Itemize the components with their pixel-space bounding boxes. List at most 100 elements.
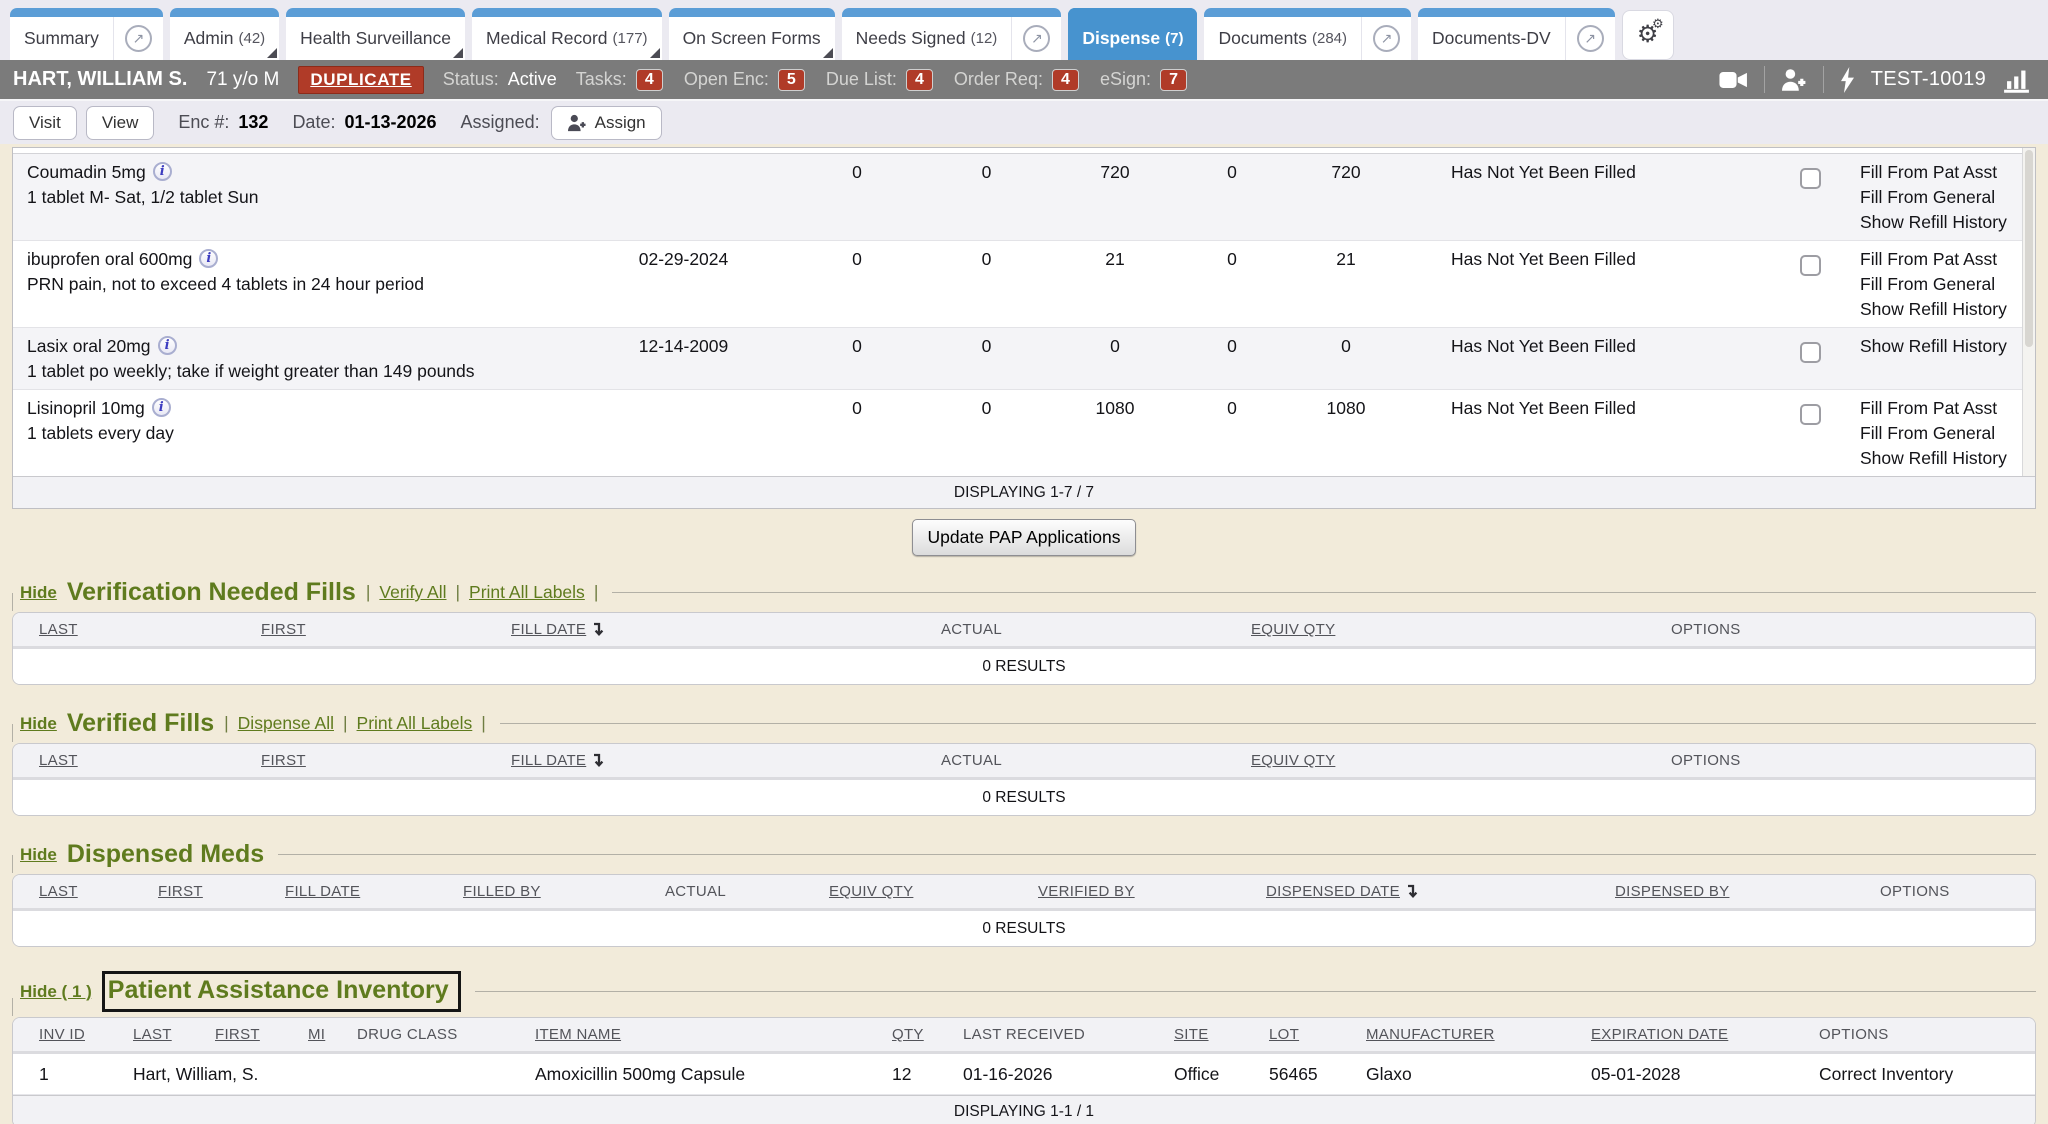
column-header-mi[interactable]: MI bbox=[300, 1026, 349, 1043]
video-camera-icon[interactable] bbox=[1718, 69, 1749, 91]
info-icon[interactable]: i bbox=[152, 398, 171, 417]
show-refill-history-link[interactable]: Show Refill History bbox=[1860, 297, 2035, 322]
open-in-new-icon[interactable]: ↗ bbox=[1361, 17, 1411, 60]
column-header-last[interactable]: LAST bbox=[125, 1026, 207, 1043]
section-patient-assistance-inventory: Hide ( 1 ) Patient Assistance Inventory … bbox=[12, 971, 2036, 1124]
tab-medical-record[interactable]: Medical Record(177) bbox=[472, 8, 662, 60]
column-header-last[interactable]: LAST bbox=[13, 621, 253, 638]
site-cell: Office bbox=[1166, 1064, 1261, 1085]
counter-badge[interactable]: 4 bbox=[1052, 69, 1079, 91]
chart-icon[interactable] bbox=[2001, 67, 2032, 93]
update-pap-applications-button[interactable]: Update PAP Applications bbox=[912, 519, 1137, 556]
column-header-label: FILL DATE bbox=[511, 752, 586, 769]
counter-badge[interactable]: 4 bbox=[906, 69, 933, 91]
column-header-dispensed-by[interactable]: DISPENSED BY bbox=[1607, 883, 1872, 900]
dispense-all-link[interactable]: Dispense All bbox=[238, 713, 334, 734]
tab-on-screen-forms[interactable]: On Screen Forms bbox=[669, 8, 835, 60]
visit-button[interactable]: Visit bbox=[13, 106, 77, 140]
fill-from-pat-asst-link[interactable]: Fill From Pat Asst bbox=[1860, 396, 2035, 421]
column-header-dispensed-date[interactable]: DISPENSED DATE bbox=[1258, 883, 1607, 901]
tab-summary[interactable]: Summary↗ bbox=[10, 8, 163, 60]
row-checkbox[interactable] bbox=[1800, 255, 1821, 276]
separator: | bbox=[224, 713, 229, 734]
tab-health-surveillance[interactable]: Health Surveillance bbox=[286, 8, 465, 60]
hide-verification-link[interactable]: Hide bbox=[20, 583, 57, 603]
lightning-icon[interactable] bbox=[1839, 67, 1856, 93]
print-all-labels-link[interactable]: Print All Labels bbox=[469, 582, 585, 603]
assign-button[interactable]: Assign bbox=[551, 106, 662, 140]
fill-from-pat-asst-link[interactable]: Fill From Pat Asst bbox=[1860, 247, 2035, 272]
column-header-item-name[interactable]: ITEM NAME bbox=[527, 1026, 884, 1043]
hide-verified-link[interactable]: Hide bbox=[20, 714, 57, 734]
show-refill-history-link[interactable]: Show Refill History bbox=[1860, 334, 2035, 359]
column-header-inv-id[interactable]: INV ID bbox=[13, 1026, 125, 1043]
open-in-new-icon[interactable]: ↗ bbox=[1011, 17, 1061, 60]
column-header-fill-date[interactable]: FILL DATE bbox=[503, 621, 933, 639]
column-header-options: OPTIONS bbox=[1811, 1026, 2035, 1043]
inv-id-cell: 1 bbox=[13, 1064, 125, 1085]
column-header-first[interactable]: FIRST bbox=[150, 883, 277, 900]
row-checkbox[interactable] bbox=[1800, 168, 1821, 189]
tab-body: On Screen Forms bbox=[669, 17, 835, 60]
column-header-equiv-qty[interactable]: EQUIV QTY bbox=[821, 883, 1030, 900]
column-header-first[interactable]: FIRST bbox=[253, 752, 503, 769]
fill-from-general-link[interactable]: Fill From General bbox=[1860, 272, 2035, 297]
section-rule bbox=[612, 592, 2036, 593]
view-button[interactable]: View bbox=[86, 106, 155, 140]
column-header-fill-date[interactable]: FILL DATE bbox=[277, 883, 455, 900]
tab-documents[interactable]: Documents(284)↗ bbox=[1204, 8, 1411, 60]
column-header-label: FIRST bbox=[158, 883, 203, 900]
medication-row: Coumadin 5mgi1 tablet M- Sat, 1/2 tablet… bbox=[13, 154, 2035, 240]
counter-badge[interactable]: 7 bbox=[1160, 69, 1187, 91]
verify-all-link[interactable]: Verify All bbox=[379, 582, 446, 603]
expiration-date-cell: 05-01-2028 bbox=[1583, 1064, 1811, 1085]
column-header-manufacturer[interactable]: MANUFACTURER bbox=[1358, 1026, 1583, 1043]
info-icon[interactable]: i bbox=[158, 336, 177, 355]
last-fill-date-cell bbox=[573, 390, 794, 476]
column-header-lot[interactable]: LOT bbox=[1261, 1026, 1358, 1043]
counter-label: eSign: bbox=[1100, 69, 1151, 90]
hide-dispensed-link[interactable]: Hide bbox=[20, 845, 57, 865]
duplicate-badge[interactable]: DUPLICATE bbox=[298, 66, 423, 94]
fill-from-general-link[interactable]: Fill From General bbox=[1860, 185, 2035, 210]
show-refill-history-link[interactable]: Show Refill History bbox=[1860, 210, 2035, 235]
info-icon[interactable]: i bbox=[199, 249, 218, 268]
column-header-fill-date[interactable]: FILL DATE bbox=[503, 752, 933, 770]
medication-name-line: Lisinopril 10mgi bbox=[27, 396, 573, 421]
column-header-filled-by[interactable]: FILLED BY bbox=[455, 883, 657, 900]
tab-documents-dv[interactable]: Documents-DV↗ bbox=[1418, 8, 1615, 60]
open-in-new-icon[interactable]: ↗ bbox=[1565, 17, 1615, 60]
column-header-verified-by[interactable]: VERIFIED BY bbox=[1030, 883, 1258, 900]
info-icon[interactable]: i bbox=[153, 162, 172, 181]
column-header-expiration-date[interactable]: EXPIRATION DATE bbox=[1583, 1026, 1811, 1043]
column-header-equiv-qty[interactable]: EQUIV QTY bbox=[1243, 621, 1663, 638]
settings-gear-button[interactable]: ⚙ ⚙ bbox=[1622, 10, 1674, 60]
section-header: Hide Dispensed Meds bbox=[12, 840, 2036, 869]
counter-badge[interactable]: 4 bbox=[636, 69, 663, 91]
column-header-actual: ACTUAL bbox=[933, 621, 1243, 638]
medication-table-scrollbar[interactable] bbox=[2022, 148, 2035, 476]
row-options-cell: Show Refill History bbox=[1846, 328, 2035, 389]
counter-badge[interactable]: 5 bbox=[778, 69, 805, 91]
column-header-qty[interactable]: QTY bbox=[884, 1026, 955, 1043]
print-all-labels-link[interactable]: Print All Labels bbox=[357, 713, 473, 734]
correct-inventory-link[interactable]: Correct Inventory bbox=[1811, 1064, 2035, 1085]
column-header-site[interactable]: SITE bbox=[1166, 1026, 1261, 1043]
column-header-equiv-qty[interactable]: EQUIV QTY bbox=[1243, 752, 1663, 769]
tab-needs-signed[interactable]: Needs Signed(12)↗ bbox=[842, 8, 1062, 60]
dropdown-corner-icon bbox=[267, 48, 277, 58]
fill-from-pat-asst-link[interactable]: Fill From Pat Asst bbox=[1860, 160, 2035, 185]
fill-from-general-link[interactable]: Fill From General bbox=[1860, 421, 2035, 446]
tab-dispense[interactable]: Dispense(7) bbox=[1068, 8, 1197, 60]
row-checkbox[interactable] bbox=[1800, 342, 1821, 363]
hide-inventory-link[interactable]: Hide ( 1 ) bbox=[20, 982, 92, 1002]
show-refill-history-link[interactable]: Show Refill History bbox=[1860, 446, 2035, 471]
column-header-first[interactable]: FIRST bbox=[253, 621, 503, 638]
column-header-last[interactable]: LAST bbox=[13, 883, 150, 900]
tab-admin[interactable]: Admin(42) bbox=[170, 8, 279, 60]
column-header-first[interactable]: FIRST bbox=[207, 1026, 300, 1043]
open-in-new-icon[interactable]: ↗ bbox=[113, 17, 163, 60]
column-header-last[interactable]: LAST bbox=[13, 752, 253, 769]
add-person-icon[interactable] bbox=[1780, 68, 1808, 92]
row-checkbox[interactable] bbox=[1800, 404, 1821, 425]
